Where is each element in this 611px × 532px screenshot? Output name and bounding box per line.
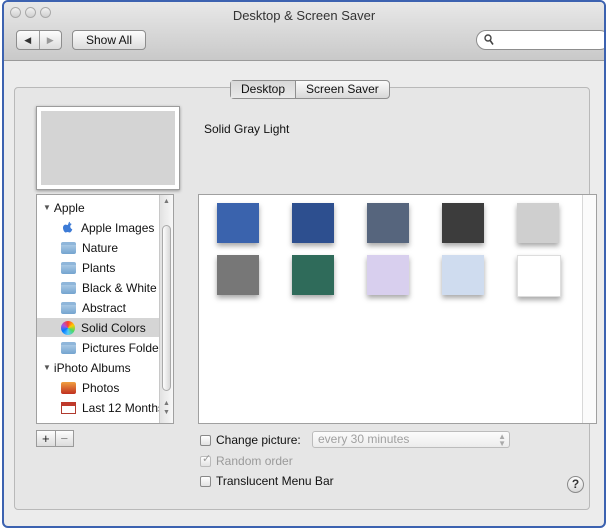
source-list-item[interactable]: Solid Colors: [37, 318, 173, 337]
picture-grid: [198, 194, 597, 424]
show-all-button[interactable]: Show All: [72, 30, 146, 50]
translucent-menu-bar-checkbox[interactable]: [200, 475, 211, 487]
random-order-checkbox[interactable]: ✓: [200, 452, 212, 467]
color-swatch-slate[interactable]: [367, 203, 409, 243]
picture-grid-scrollbar[interactable]: [582, 195, 596, 423]
color-swatch-medium-gray[interactable]: [217, 255, 259, 295]
source-list-scrollbar[interactable]: ▲ ▲ ▼: [159, 195, 173, 423]
source-list-item-label: Abstract: [82, 300, 127, 315]
source-list-item[interactable]: Nature: [37, 238, 173, 257]
source-list-item-label: Nature: [82, 240, 119, 255]
change-interval-popup[interactable]: every 30 minutes ▲ ▼: [312, 431, 510, 448]
folder-icon: [61, 241, 76, 254]
picture-name: Solid Gray Light: [204, 122, 290, 136]
source-list-item[interactable]: Last 12 Months: [37, 398, 173, 417]
source-group-header[interactable]: ▼ iPhoto Albums: [37, 358, 165, 377]
list-add-remove-control: + −: [36, 430, 74, 447]
color-swatch-light-gray[interactable]: [517, 203, 559, 243]
random-order-label: Random order: [216, 454, 293, 468]
source-list-item[interactable]: Plants: [37, 258, 173, 277]
add-folder-button[interactable]: +: [37, 431, 55, 446]
source-list-item[interactable]: Apple Images: [37, 218, 173, 237]
title-bar: Desktop & Screen Saver ◀ ▶ Show All: [4, 2, 604, 61]
search-field[interactable]: [476, 30, 604, 50]
scroll-up-arrow-icon[interactable]: ▲: [162, 198, 171, 205]
tab-desktop[interactable]: Desktop: [231, 81, 297, 98]
change-picture-option[interactable]: Change picture:: [200, 433, 301, 447]
color-swatch-green[interactable]: [292, 255, 334, 295]
change-picture-label: Change picture:: [216, 433, 301, 447]
popup-arrows-icon: ▲ ▼: [498, 432, 506, 448]
color-swatch-white[interactable]: [517, 255, 561, 297]
color-swatch-dark-gray[interactable]: [442, 203, 484, 243]
folder-icon: [61, 261, 76, 274]
color-swatch-blue-1[interactable]: [217, 203, 259, 243]
help-button[interactable]: ?: [567, 476, 584, 493]
source-group-label: iPhoto Albums: [53, 360, 131, 375]
back-forward-control: ◀ ▶: [16, 30, 62, 50]
source-list-item[interactable]: Pictures Folder: [37, 338, 173, 357]
color-swatch-lavender[interactable]: [367, 255, 409, 295]
back-button[interactable]: ◀: [17, 31, 39, 49]
desktop-preview-image: [41, 111, 175, 185]
apple-icon: [61, 221, 75, 235]
color-swatch-blue-2[interactable]: [292, 203, 334, 243]
source-list-item[interactable]: Photos: [37, 378, 173, 397]
source-list-item-label: Pictures Folder: [82, 340, 163, 355]
checkmark-icon: ✓: [202, 452, 212, 465]
calendar-icon: [61, 401, 76, 414]
source-list-item[interactable]: [37, 418, 173, 423]
source-list-item-label: Last 12 Months: [82, 400, 165, 415]
scroll-thumb[interactable]: [162, 225, 171, 391]
translucent-menu-bar-option[interactable]: Translucent Menu Bar: [200, 474, 334, 488]
search-icon: [484, 34, 494, 45]
source-list: ▼ Apple Apple Images Nature Plants Black & Wh…: [36, 194, 174, 424]
folder-icon: [61, 301, 76, 314]
random-order-option[interactable]: ✓ Random order: [200, 452, 293, 468]
source-list-item-label: Black & White: [82, 280, 157, 295]
color-swatch-light-blue[interactable]: [442, 255, 484, 295]
source-list-item-label: Solid Colors: [81, 320, 146, 335]
source-list-item[interactable]: Black & White: [37, 278, 173, 297]
folder-icon: [61, 281, 76, 294]
window-title: Desktop & Screen Saver: [232, 8, 376, 23]
scroll-up-arrow-icon[interactable]: ▲: [162, 400, 171, 407]
folder-icon: [61, 341, 76, 354]
tab-bar: Desktop Screen Saver: [230, 80, 390, 99]
change-picture-checkbox[interactable]: [200, 434, 211, 446]
desktop-preview-well[interactable]: [36, 106, 180, 190]
photos-icon: [61, 381, 76, 394]
change-interval-value: every 30 minutes: [318, 432, 410, 446]
source-list-item-label: Apple Images: [81, 220, 155, 235]
translucent-menu-bar-label: Translucent Menu Bar: [216, 474, 334, 488]
event-icon: [63, 422, 73, 423]
source-list-item[interactable]: Abstract: [37, 298, 173, 317]
source-list-item-label: Plants: [82, 260, 116, 275]
color-wheel-icon: [61, 320, 75, 335]
source-group-label: Apple: [53, 200, 85, 215]
source-list-item-label: Photos: [82, 380, 120, 395]
disclosure-triangle-icon[interactable]: ▼: [43, 363, 51, 372]
source-group-header[interactable]: ▼ Apple: [37, 198, 165, 217]
scroll-down-arrow-icon[interactable]: ▼: [162, 409, 171, 416]
forward-button[interactable]: ▶: [38, 31, 62, 49]
remove-folder-button[interactable]: −: [54, 431, 74, 446]
disclosure-triangle-icon[interactable]: ▼: [43, 203, 51, 212]
tab-screen-saver[interactable]: Screen Saver: [296, 81, 389, 98]
